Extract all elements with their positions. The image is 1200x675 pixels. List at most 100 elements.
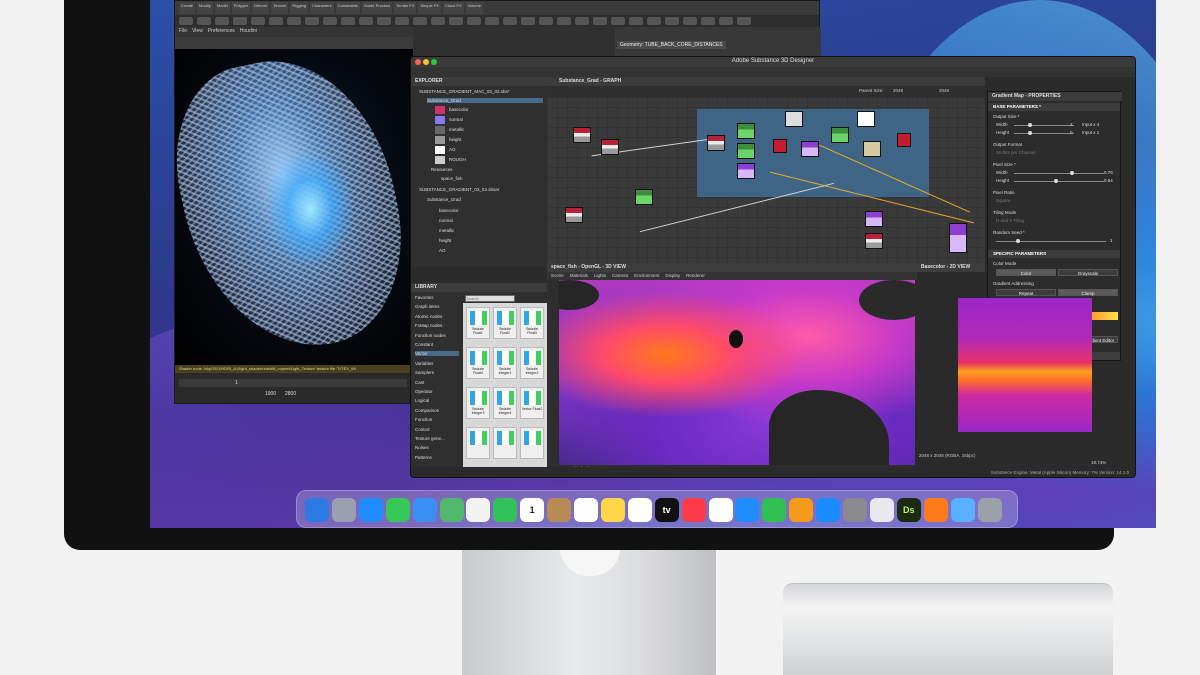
safari-icon[interactable] — [358, 498, 383, 522]
houdini-shelf-tab[interactable]: Terrain FX — [394, 2, 417, 14]
addressing-repeat-button[interactable]: Repeat — [996, 289, 1056, 296]
pages-icon[interactable] — [789, 498, 814, 522]
graph-node[interactable] — [831, 127, 849, 143]
tv-icon[interactable]: tv — [654, 498, 679, 522]
facetime-icon[interactable] — [493, 498, 518, 522]
timeline-track[interactable] — [179, 379, 407, 387]
graph-node[interactable] — [635, 189, 653, 205]
3d-view-menu-item[interactable]: Camera — [612, 273, 628, 279]
library-node-tile[interactable]: Swizzle Integer1 — [493, 347, 517, 379]
graph-node[interactable] — [863, 141, 881, 157]
height-value[interactable]: 0 — [1070, 130, 1073, 135]
keynote-icon[interactable] — [735, 498, 760, 522]
explorer-panel[interactable]: EXPLORER SUBSTANCE_GRADIENT_MAC_03_02.sb… — [411, 77, 547, 267]
3d-view-menu[interactable]: Scene Materials Lights Camera Environment Dis… — [547, 272, 917, 280]
3d-view-menu-item[interactable]: Display — [665, 273, 680, 279]
library-node-tile[interactable]: Swizzle Float4 — [466, 347, 490, 379]
graph-node[interactable] — [865, 211, 883, 227]
houdini-shelf-tab[interactable]: Volume — [465, 2, 483, 14]
3d-render-canvas[interactable] — [559, 280, 915, 466]
messages-icon[interactable] — [385, 498, 410, 522]
graph-node[interactable] — [737, 123, 755, 139]
output-basecolor[interactable]: basecolor — [449, 107, 469, 112]
houdini-geometry-tab[interactable]: Geometry: TUBE_BACK_CORE_DISTANCES — [617, 41, 726, 49]
houdini-shelf-tab[interactable]: Characters — [310, 2, 334, 14]
2d-view-zoom[interactable]: 18.74% — [1091, 460, 1106, 465]
3d-view-menu-item[interactable]: Lights — [594, 273, 606, 279]
library-node-tile[interactable]: Swizzle Integer2 — [520, 347, 544, 379]
houdini-shelf-tab[interactable]: Constraints — [335, 2, 360, 14]
graph-node[interactable] — [601, 139, 619, 155]
output-ao[interactable]: AO — [449, 147, 456, 152]
library-node-tile[interactable]: Swizzle Float3 — [520, 307, 544, 339]
houdini-shelf-tab[interactable]: Rigging — [290, 2, 308, 14]
houdini-menu-item[interactable]: File — [179, 28, 187, 36]
houdini-menu-item[interactable]: View — [192, 28, 203, 36]
library-category[interactable]: Noises — [415, 445, 429, 450]
explorer-package-2[interactable]: SUBSTANCE_GRADIENT_03_02.sbsar — [419, 187, 499, 192]
base-parameters-section[interactable]: BASE PARAMETERS * — [988, 103, 1120, 111]
output-size-select[interactable]: 2048 — [939, 88, 949, 93]
freeform-icon[interactable] — [627, 498, 652, 522]
output2-metallic[interactable]: metallic — [439, 228, 454, 233]
library-category[interactable]: Constant — [415, 342, 433, 347]
resource-space-fish[interactable]: space_fish — [441, 176, 463, 181]
width-input[interactable]: Input x 4 — [1082, 122, 1099, 127]
system-settings-icon[interactable] — [843, 498, 867, 522]
houdini-menu-item[interactable]: Houdini — [240, 28, 257, 36]
library-category[interactable]: FxMap nodes — [415, 323, 442, 328]
library-node-tile[interactable] — [466, 427, 490, 459]
library-node-tile[interactable]: Swizzle Integer3 — [466, 387, 490, 419]
trash-icon[interactable] — [977, 498, 1002, 522]
output-metallic[interactable]: metallic — [449, 127, 464, 132]
library-category[interactable]: Logical — [415, 398, 429, 403]
library-node-tile[interactable] — [520, 427, 544, 459]
library-node-tile[interactable]: Swizzle Integer4 — [493, 387, 517, 419]
parent-size-select[interactable]: 2048 — [893, 88, 903, 93]
width-value[interactable]: 2 — [1070, 122, 1073, 127]
library-panel[interactable]: LIBRARY Favorites Graph items Atomic nodes… — [411, 283, 547, 473]
addressing-clamp-button[interactable]: Clamp — [1058, 289, 1118, 296]
houdini-menu-item[interactable]: Preferences — [208, 28, 235, 36]
output-normal[interactable]: normal — [449, 117, 463, 122]
sd-toolbar[interactable] — [411, 67, 1135, 77]
houdini-shelf-tabs[interactable]: Create Modify Model Polygon Deform Texture Rig… — [175, 1, 819, 15]
houdini-shelf-tab[interactable]: Model — [214, 2, 230, 14]
library-category[interactable]: Control — [415, 427, 430, 432]
library-node-grid[interactable]: Swizzle Float1 Swizzle Float2 Swizzle Floa… — [463, 295, 547, 467]
houdini-tool-shelf[interactable] — [175, 15, 819, 27]
basecolor-texture-preview[interactable] — [958, 298, 1092, 432]
3d-view-menu-item[interactable]: Environment — [634, 273, 659, 279]
specific-parameters-section[interactable]: SPECIFIC PARAMETERS — [988, 250, 1120, 258]
frame-end[interactable]: 2800 — [285, 391, 296, 397]
houdini-timeline[interactable]: 1 1900 2800 — [175, 373, 413, 403]
explorer-resources[interactable]: Resources — [431, 167, 453, 172]
3d-view-menu-item[interactable]: Scene — [551, 273, 564, 279]
app-store-icon[interactable] — [816, 498, 841, 522]
xcode-instruments-icon[interactable] — [869, 498, 894, 522]
houdini-shelf-tab[interactable]: Simple FX — [418, 2, 441, 14]
3d-view-panel[interactable]: space_fish - OpenGL - 3D VIEW Scene Mater… — [547, 263, 917, 473]
library-category[interactable]: Atomic nodes — [415, 314, 442, 319]
downloads-folder-icon[interactable] — [950, 498, 975, 522]
library-category[interactable]: Cast — [415, 380, 424, 385]
graph-toolbar[interactable]: Parent Size: 2048 2048 — [547, 86, 985, 97]
graph-node[interactable] — [801, 141, 819, 157]
houdini-viewport-header[interactable] — [175, 37, 413, 49]
output-height[interactable]: height — [449, 137, 461, 142]
houdini-shelf-tab[interactable]: Modify — [197, 2, 213, 14]
houdini-shelf-tab[interactable]: Create — [179, 2, 196, 14]
library-node-tile[interactable]: Swizzle Float2 — [493, 307, 517, 339]
library-category[interactable]: Samplers — [415, 370, 434, 375]
library-category[interactable]: Vector — [415, 351, 459, 357]
contacts-icon[interactable] — [547, 498, 572, 522]
graph-node[interactable] — [573, 127, 591, 143]
calendar-icon[interactable]: 1 — [520, 498, 545, 522]
finder-icon[interactable] — [305, 498, 329, 522]
color-mode-color-button[interactable]: Color — [996, 269, 1056, 276]
pixel-ratio-select[interactable]: Square — [996, 198, 1011, 203]
library-category[interactable]: Graph items — [415, 304, 440, 309]
output2-basecolor[interactable]: basecolor — [439, 208, 459, 213]
graph-node[interactable] — [785, 111, 803, 127]
macos-dock[interactable]: 1 tv Ds — [296, 490, 1018, 528]
